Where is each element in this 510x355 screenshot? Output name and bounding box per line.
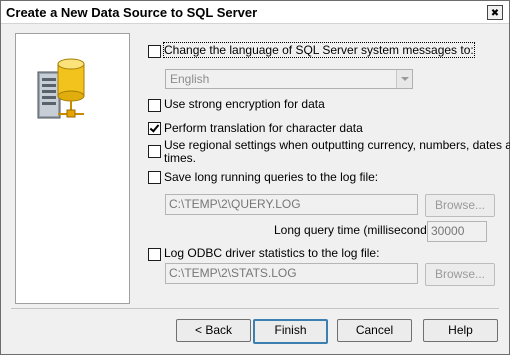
stats-log-browse-button[interactable]: Browse... (425, 263, 495, 286)
footer-divider (11, 308, 499, 309)
log-odbc-stats-checkbox[interactable] (148, 248, 161, 261)
finish-button[interactable]: Finish (253, 319, 328, 344)
server-database-icon (36, 58, 96, 133)
perform-translation-label[interactable]: Perform translation for character data (164, 121, 363, 135)
log-odbc-stats-label[interactable]: Log ODBC driver statistics to the log fi… (164, 246, 379, 260)
query-log-path-value: C:\TEMP\2\QUERY.LOG (169, 197, 301, 211)
help-button[interactable]: Help (423, 319, 498, 342)
side-illustration-panel (15, 33, 130, 304)
perform-translation-checkbox[interactable] (148, 122, 161, 135)
back-button[interactable]: < Back (176, 319, 251, 342)
regional-settings-checkbox[interactable] (148, 145, 161, 158)
change-language-checkbox[interactable] (148, 45, 161, 58)
save-long-queries-checkbox[interactable] (148, 171, 161, 184)
query-log-browse-button[interactable]: Browse... (425, 194, 495, 217)
regional-settings-label-line2[interactable]: times. (164, 151, 196, 165)
stats-log-path-value: C:\TEMP\2\STATS.LOG (169, 266, 297, 280)
strong-encryption-label[interactable]: Use strong encryption for data (164, 97, 325, 111)
stats-log-path-field[interactable]: C:\TEMP\2\STATS.LOG (165, 263, 418, 284)
query-log-path-field[interactable]: C:\TEMP\2\QUERY.LOG (165, 194, 418, 215)
chevron-down-icon[interactable] (396, 70, 412, 88)
cancel-button[interactable]: Cancel (337, 319, 412, 342)
strong-encryption-checkbox[interactable] (148, 99, 161, 112)
dialog-window: Create a New Data Source to SQL Server ✖ (0, 0, 510, 355)
long-query-time-value: 30000 (431, 224, 465, 238)
language-select[interactable]: English (165, 69, 413, 89)
save-long-queries-label[interactable]: Save long running queries to the log fil… (164, 170, 378, 184)
long-query-time-field[interactable]: 30000 (427, 221, 487, 242)
long-query-time-label: Long query time (milliseconds): (274, 223, 441, 237)
regional-settings-label-line1[interactable]: Use regional settings when outputting cu… (164, 138, 510, 152)
title-bar: Create a New Data Source to SQL Server ✖ (1, 1, 509, 24)
change-language-label[interactable]: Change the language of SQL Server system… (163, 42, 475, 58)
close-button[interactable]: ✖ (487, 5, 503, 20)
dialog-title: Create a New Data Source to SQL Server (6, 5, 258, 20)
close-icon: ✖ (490, 8, 500, 19)
language-select-value: English (170, 72, 210, 86)
